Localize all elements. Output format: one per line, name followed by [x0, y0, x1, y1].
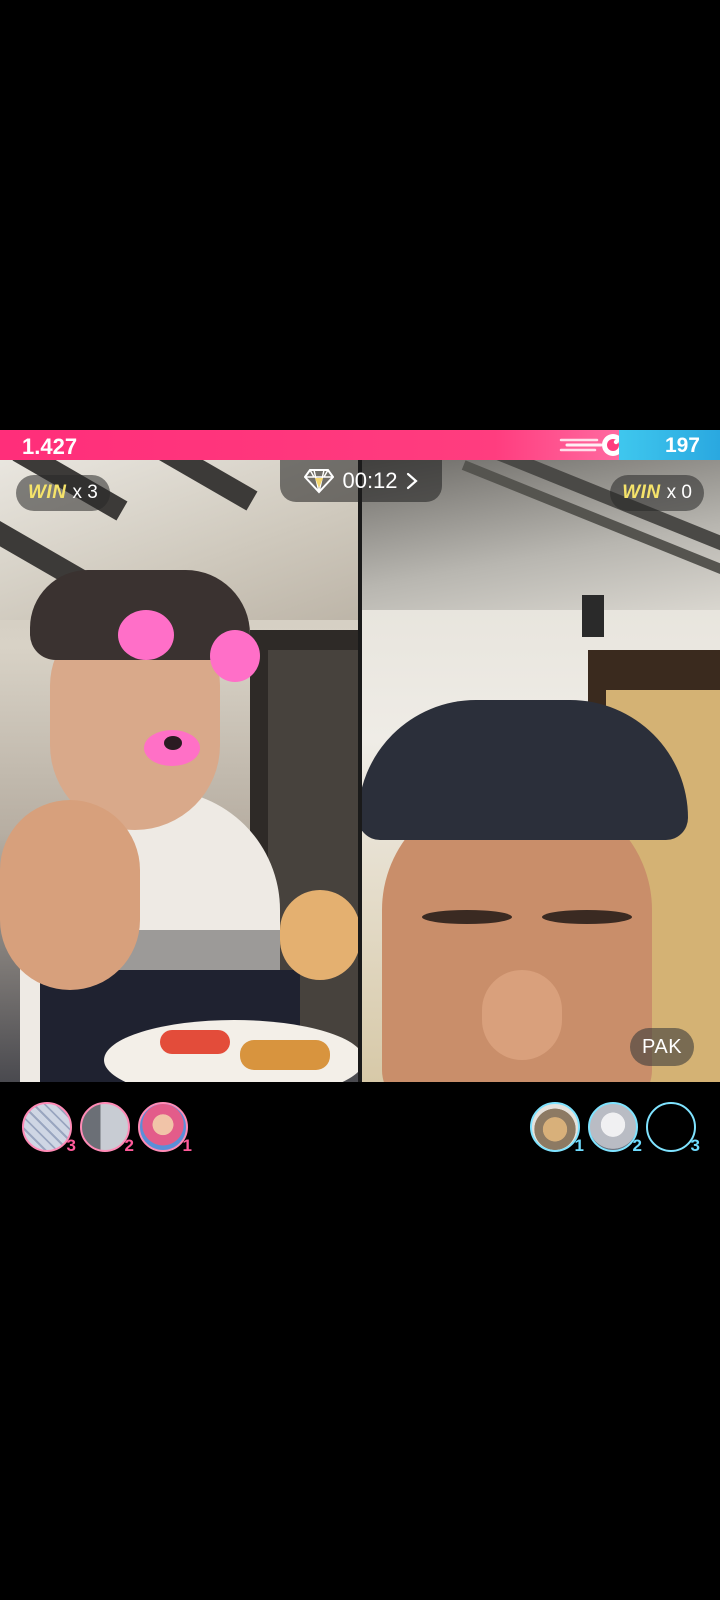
battle-score-bar: 1.427 197	[0, 430, 720, 460]
timer-text: 00:12	[342, 468, 398, 493]
right-win-badge: WIN x 0	[610, 475, 704, 511]
nose	[482, 970, 562, 1060]
gifter-rank: 1	[574, 1136, 584, 1155]
right-gifter-avatar[interactable]: 2	[588, 1102, 642, 1155]
plate-food	[160, 1030, 230, 1054]
win-label: WIN	[28, 482, 67, 503]
win-count: x 0	[666, 482, 692, 503]
left-score: 1.427	[22, 434, 78, 459]
right-gifter-avatar-empty[interactable]: 3	[646, 1102, 700, 1155]
filter-ear-right	[210, 630, 260, 682]
right-host-video[interactable]	[362, 460, 720, 1082]
hand	[0, 800, 140, 990]
chevron-right-icon	[406, 472, 418, 490]
wall-vent	[582, 595, 604, 637]
food	[280, 890, 358, 980]
gifter-rank: 1	[182, 1136, 192, 1155]
filter-nose-tip	[164, 736, 182, 750]
left-gifter-avatar[interactable]: 2	[80, 1102, 134, 1155]
eyebrow	[542, 910, 632, 924]
filter-ear-left	[118, 610, 174, 660]
right-score: 197	[664, 434, 700, 457]
left-score-fill: 1.427	[0, 430, 625, 460]
battle-timer[interactable]: 00:12	[280, 460, 442, 502]
host-name-text: PAK	[642, 1035, 683, 1058]
left-gifter-avatar[interactable]: 1	[138, 1102, 192, 1155]
right-gifter-avatar[interactable]: 1	[530, 1102, 584, 1155]
win-label: WIN	[622, 482, 661, 503]
left-gifter-avatar[interactable]: 3	[22, 1102, 76, 1155]
gifter-rank: 2	[124, 1136, 134, 1155]
gifter-rank: 2	[632, 1136, 642, 1155]
left-host-video[interactable]	[0, 460, 358, 1082]
diamond-icon	[304, 469, 335, 494]
gifter-rank: 3	[66, 1136, 76, 1155]
eyebrow	[422, 910, 512, 924]
host-name-tag[interactable]: PAK	[630, 1028, 695, 1066]
gifter-rank: 3	[690, 1136, 700, 1155]
win-count: x 3	[72, 482, 98, 503]
plate-food	[240, 1040, 330, 1070]
right-score-fill: 197	[619, 430, 720, 460]
left-win-badge: WIN x 3	[16, 475, 110, 511]
